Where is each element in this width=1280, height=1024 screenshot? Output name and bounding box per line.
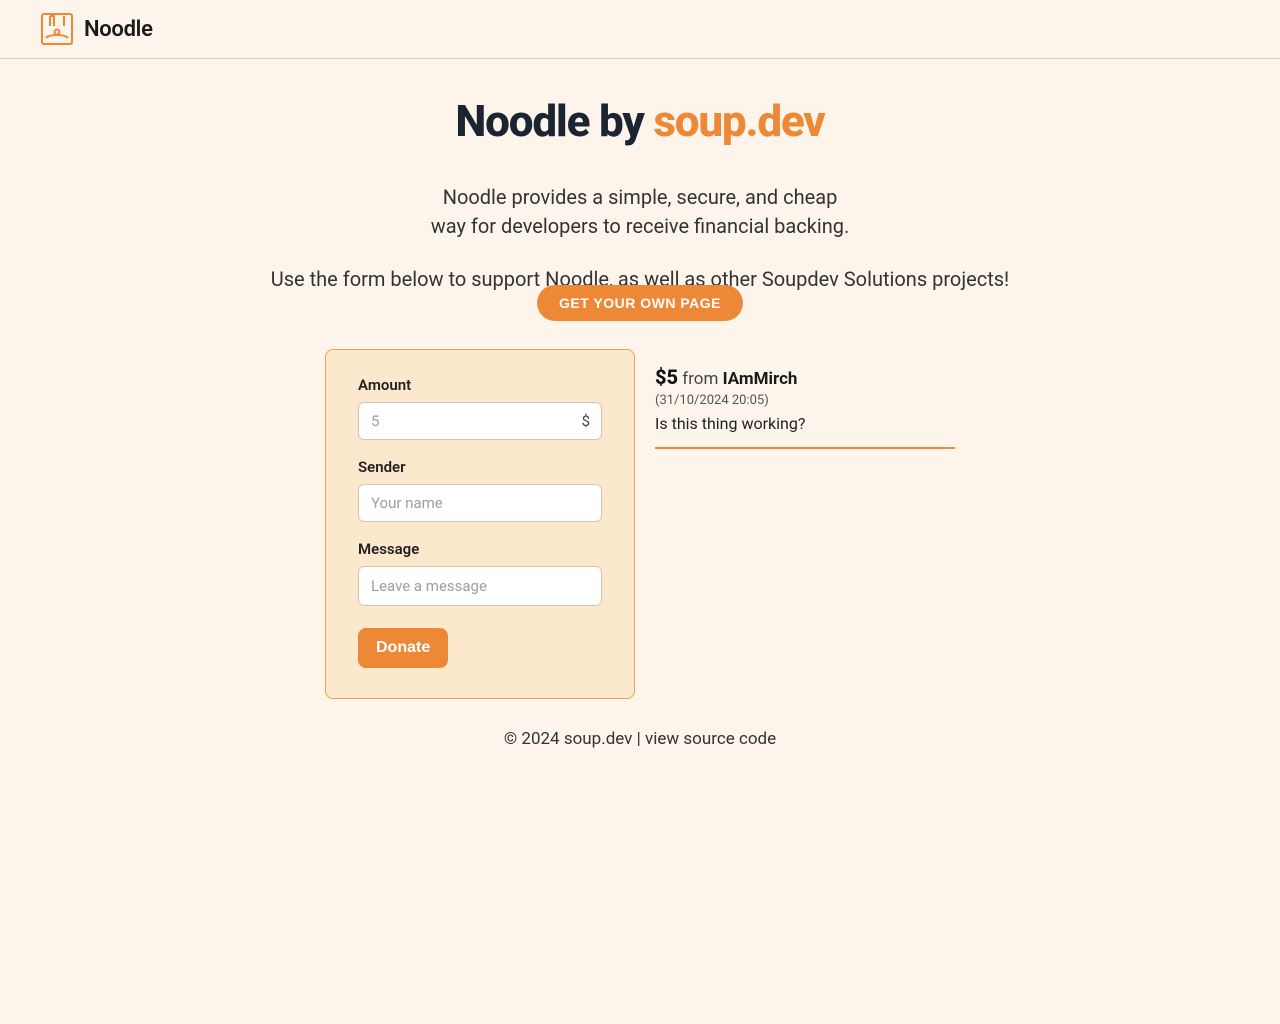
get-your-own-page-button[interactable]: GET YOUR OWN PAGE xyxy=(537,285,743,321)
donate-form: Amount $ Sender Message Donate xyxy=(325,349,635,699)
amount-input[interactable] xyxy=(358,402,602,440)
sender-input[interactable] xyxy=(358,484,602,522)
site-header: Noodle xyxy=(0,0,1280,59)
copyright: © 2024 soup.dev xyxy=(504,729,633,749)
sender-label: Sender xyxy=(358,458,602,476)
view-source-link[interactable]: view source code xyxy=(645,729,776,749)
noodle-logo-icon xyxy=(40,12,74,46)
site-footer: © 2024 soup.dev | view source code xyxy=(150,729,1130,749)
donation-timestamp: (31/10/2024 20:05) xyxy=(655,393,955,408)
brand-name: Noodle xyxy=(84,17,153,42)
donate-button[interactable]: Donate xyxy=(358,628,448,668)
donation-amount: $5 xyxy=(655,365,678,389)
currency-symbol: $ xyxy=(582,412,590,430)
subtitle: Noodle provides a simple, secure, and ch… xyxy=(150,183,1130,241)
amount-label: Amount xyxy=(358,376,602,394)
donation-sender: IAmMirch xyxy=(723,369,798,389)
title-accent: soup.dev xyxy=(653,95,824,147)
page-title: Noodle by soup.dev xyxy=(150,95,1130,147)
message-input[interactable] xyxy=(358,566,602,606)
donation-item: $5 from IAmMirch (31/10/2024 20:05) Is t… xyxy=(655,359,955,449)
title-prefix: Noodle by xyxy=(455,95,653,147)
donation-feed: $5 from IAmMirch (31/10/2024 20:05) Is t… xyxy=(655,349,955,449)
donation-from-word: from xyxy=(682,369,718,389)
message-label: Message xyxy=(358,540,602,558)
donation-message: Is this thing working? xyxy=(655,414,955,433)
